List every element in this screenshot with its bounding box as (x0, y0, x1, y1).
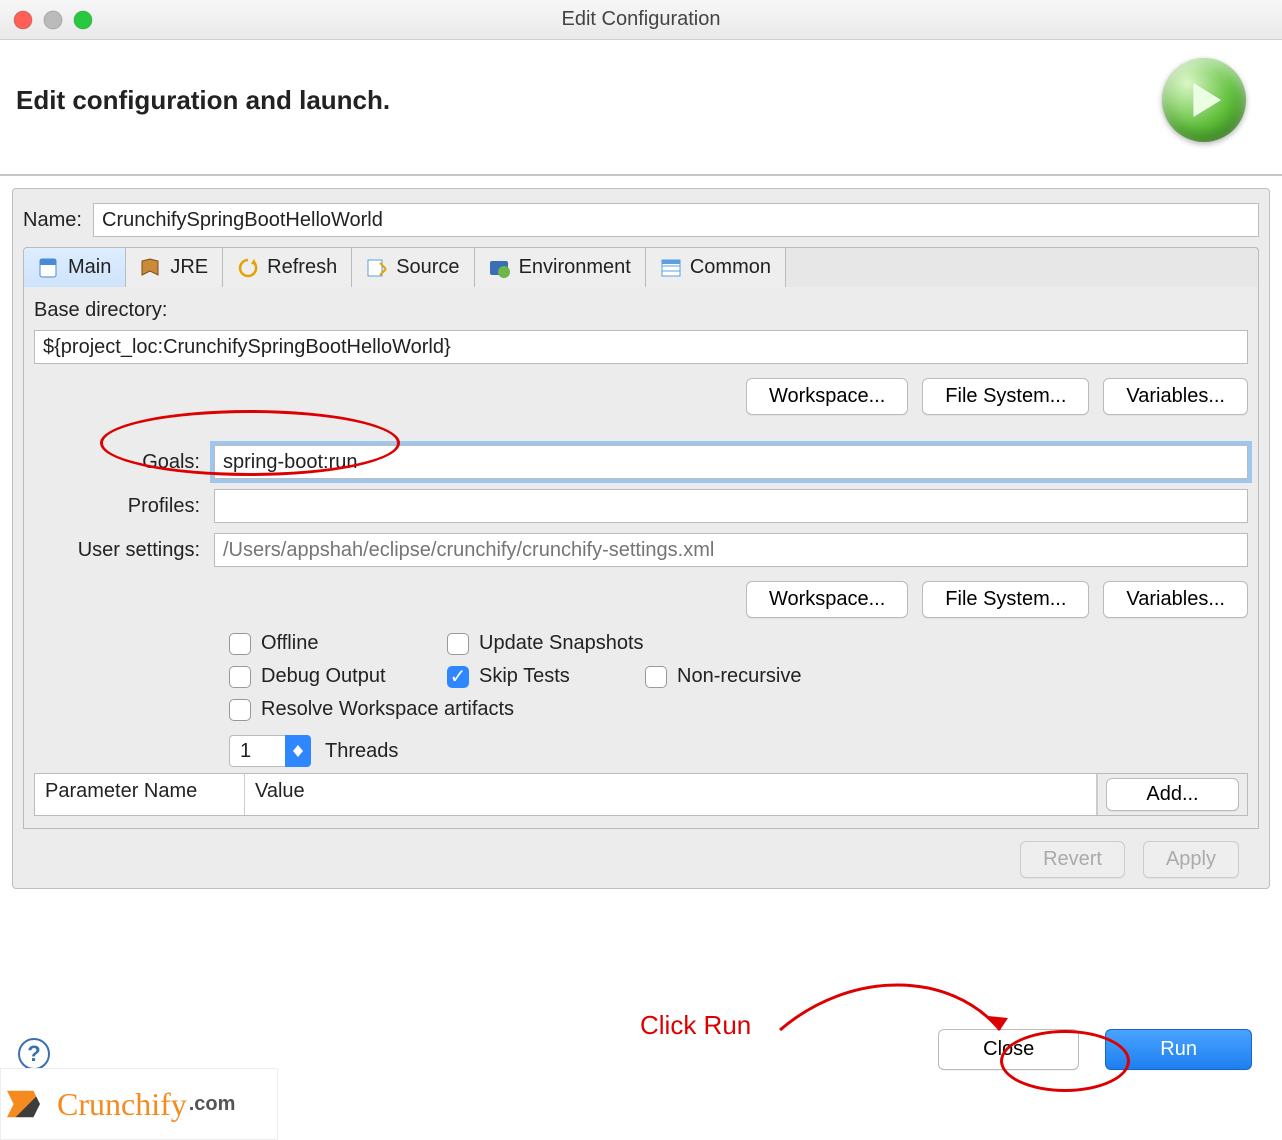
window-title: Edit Configuration (0, 8, 1282, 31)
usersettings-variables-button[interactable]: Variables... (1103, 581, 1248, 618)
basedir-input[interactable] (34, 330, 1248, 364)
skip-tests-checkbox[interactable]: ✓Skip Tests (447, 665, 617, 688)
parameter-table: Parameter Name Value Add... (34, 773, 1248, 816)
revert-button[interactable]: Revert (1020, 841, 1125, 878)
run-hero-icon (1162, 58, 1246, 142)
offline-label: Offline (261, 632, 318, 655)
run-button[interactable]: Run (1105, 1029, 1252, 1070)
window-titlebar: Edit Configuration (0, 0, 1282, 40)
profiles-label: Profiles: (34, 495, 214, 518)
basedir-variables-button[interactable]: Variables... (1103, 378, 1248, 415)
add-parameter-button[interactable]: Add... (1106, 778, 1239, 811)
threads-label: Threads (325, 740, 398, 763)
tab-main-label: Main (68, 256, 111, 279)
close-button[interactable]: Close (938, 1029, 1079, 1070)
tab-main[interactable]: Main (24, 248, 126, 287)
usersettings-workspace-button[interactable]: Workspace... (746, 581, 908, 618)
usersettings-input[interactable] (214, 533, 1248, 567)
tab-common[interactable]: Common (646, 248, 786, 287)
debug-output-label: Debug Output (261, 665, 386, 688)
environment-icon (489, 257, 511, 279)
basedir-filesystem-button[interactable]: File System... (922, 378, 1089, 415)
tab-source[interactable]: Source (352, 248, 474, 287)
basedir-workspace-button[interactable]: Workspace... (746, 378, 908, 415)
param-value-header[interactable]: Value (245, 774, 1097, 815)
skip-tests-label: Skip Tests (479, 665, 570, 688)
brand-suffix: .com (189, 1093, 236, 1116)
tab-jre[interactable]: JRE (126, 248, 223, 287)
help-icon[interactable]: ? (18, 1038, 50, 1070)
book-icon (140, 257, 162, 279)
brand-name: Crunchify (57, 1086, 187, 1123)
goals-label: Goals: (34, 451, 214, 474)
options-group: Offline Update Snapshots Debug Output ✓S… (229, 632, 1248, 767)
name-input[interactable] (93, 203, 1259, 237)
apply-button[interactable]: Apply (1143, 841, 1239, 878)
threads-stepper[interactable] (285, 735, 311, 767)
tab-refresh-label: Refresh (267, 256, 337, 279)
offline-checkbox[interactable]: Offline (229, 632, 419, 655)
threads-value[interactable]: 1 (229, 735, 285, 767)
dialog-header: Edit configuration and launch. (0, 40, 1282, 176)
crunchify-watermark: Crunchify.com (0, 1068, 278, 1140)
update-snapshots-label: Update Snapshots (479, 632, 644, 655)
debug-output-checkbox[interactable]: Debug Output (229, 665, 419, 688)
name-label: Name: (23, 209, 93, 232)
document-icon (38, 257, 60, 279)
goals-input[interactable] (214, 445, 1248, 479)
tab-jre-label: JRE (170, 256, 208, 279)
resolve-workspace-checkbox[interactable]: Resolve Workspace artifacts (229, 698, 514, 721)
basedir-label: Base directory: (34, 299, 1248, 322)
tab-environment[interactable]: Environment (475, 248, 646, 287)
crunchify-logo-icon (7, 1082, 51, 1126)
table-icon (660, 257, 682, 279)
update-snapshots-checkbox[interactable]: Update Snapshots (447, 632, 644, 655)
tab-environment-label: Environment (519, 256, 631, 279)
dialog-title: Edit configuration and launch. (16, 85, 390, 116)
tabs: Main JRE Refresh Source Environment (23, 247, 1259, 287)
resolve-workspace-label: Resolve Workspace artifacts (261, 698, 514, 721)
tab-main-body: Base directory: Workspace... File System… (23, 287, 1259, 829)
param-name-header[interactable]: Parameter Name (35, 774, 245, 815)
config-panel: Name: Main JRE Refresh Source (12, 188, 1270, 889)
non-recursive-checkbox[interactable]: Non-recursive (645, 665, 801, 688)
tab-common-label: Common (690, 256, 771, 279)
non-recursive-label: Non-recursive (677, 665, 801, 688)
usersettings-filesystem-button[interactable]: File System... (922, 581, 1089, 618)
usersettings-label: User settings: (34, 539, 214, 562)
profiles-input[interactable] (214, 489, 1248, 523)
annotation-click-run: Click Run (640, 1010, 751, 1041)
refresh-icon (237, 257, 259, 279)
tab-refresh[interactable]: Refresh (223, 248, 352, 287)
source-icon (366, 257, 388, 279)
tab-source-label: Source (396, 256, 459, 279)
